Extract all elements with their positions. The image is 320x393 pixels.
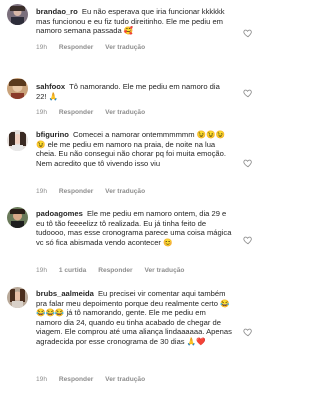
comment-time: 19h [36,376,48,383]
comment-item: padoagomes Ele me pediu em namoro ontem,… [0,205,261,274]
comment-text: sahfoox Tô namorando. Ele me pediu em na… [36,82,232,101]
reply-button[interactable]: Responder [59,44,93,51]
comment-meta: 19h Responder Ver tradução [36,44,155,51]
comment-username[interactable]: brubs_aalmeida [36,289,94,298]
avatar[interactable] [7,4,28,25]
comment-item: bfigurino Comecei a namorar ontemmmmmm 😉… [0,126,261,195]
comment-meta: 19h 1 curtida Responder Ver tradução [36,267,194,274]
comment-meta: 19h Responder Ver tradução [36,109,155,116]
comment-text: bfigurino Comecei a namorar ontemmmmmm 😉… [36,130,232,168]
comment-username[interactable]: sahfoox [36,82,65,91]
heart-outline-icon[interactable] [243,88,253,98]
comment-item: sahfoox Tô namorando. Ele me pediu em na… [0,76,261,124]
comment-time: 19h [36,44,48,51]
likes-count[interactable]: 1 curtida [59,267,86,274]
translate-button[interactable]: Ver tradução [105,44,145,51]
comment-text: padoagomes Ele me pediu em namoro ontem,… [36,209,232,247]
comment-meta: 19h Responder Ver tradução [36,376,155,383]
reply-button[interactable]: Responder [98,267,132,274]
avatar[interactable] [7,207,28,228]
translate-button[interactable]: Ver tradução [105,188,145,195]
comment-username[interactable]: bfigurino [36,130,69,139]
comment-time: 19h [36,188,48,195]
translate-button[interactable]: Ver tradução [105,109,145,116]
reply-button[interactable]: Responder [59,109,93,116]
avatar[interactable] [7,287,28,308]
comment-item: brandao_ro Eu não esperava que iria func… [0,0,261,55]
comment-text: brubs_aalmeida Eu precisei vir comentar … [36,289,232,347]
comment-item: brubs_aalmeida Eu precisei vir comentar … [0,285,261,385]
heart-outline-icon[interactable] [243,235,253,245]
comment-text: brandao_ro Eu não esperava que iria func… [36,7,232,36]
comment-username[interactable]: padoagomes [36,209,83,218]
translate-button[interactable]: Ver tradução [105,376,145,383]
avatar[interactable] [7,78,28,99]
comment-time: 19h [36,267,48,274]
reply-button[interactable]: Responder [59,188,93,195]
comment-meta: 19h Responder Ver tradução [36,188,155,195]
heart-outline-icon[interactable] [243,28,253,38]
heart-outline-icon[interactable] [243,327,253,337]
avatar[interactable] [7,130,28,151]
comment-time: 19h [36,109,48,116]
comment-username[interactable]: brandao_ro [36,7,78,16]
translate-button[interactable]: Ver tradução [144,267,184,274]
reply-button[interactable]: Responder [59,376,93,383]
heart-outline-icon[interactable] [243,158,253,168]
